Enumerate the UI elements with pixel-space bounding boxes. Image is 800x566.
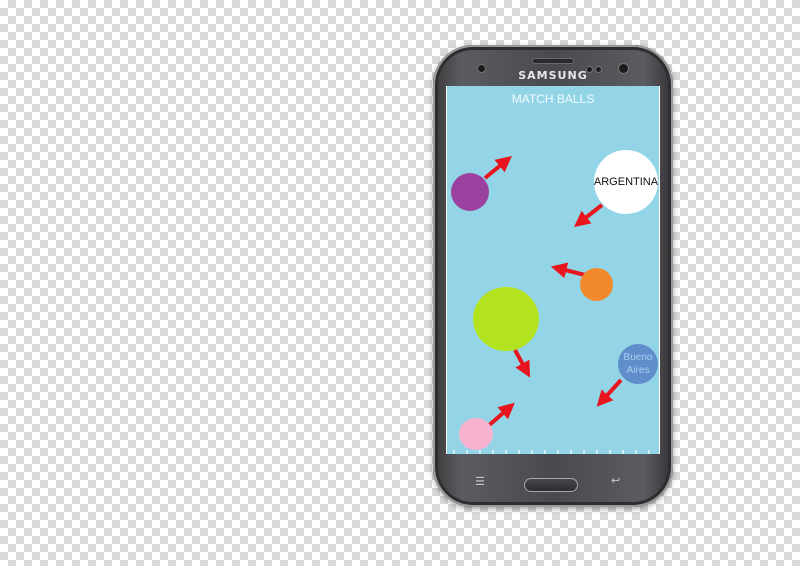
speaker-grille [533, 59, 573, 63]
ball-buenos-aires-label: Bueno Aires [623, 352, 653, 376]
ball-buenos-aires[interactable]: Bueno Aires [618, 344, 658, 384]
game-screen[interactable]: MATCH BALLS ARGENTINA Bueno Aires [446, 86, 660, 454]
arrow-purple [483, 155, 512, 180]
home-button[interactable] [524, 478, 578, 492]
brand-logo: SAMSUNG [518, 69, 588, 82]
ball-argentina-label: ARGENTINA [593, 176, 659, 188]
ball-purple[interactable] [451, 173, 489, 211]
arrow-lime [513, 349, 531, 378]
menu-icon[interactable]: ☰ [475, 475, 485, 488]
arrows-layer [483, 155, 623, 429]
ball-orange[interactable] [580, 268, 613, 301]
back-icon[interactable]: ↩ [611, 474, 620, 487]
screen-bottom-edge [447, 450, 659, 454]
arrow-argentina [573, 203, 604, 227]
ball-lime[interactable] [473, 287, 539, 351]
arrow-pink [485, 402, 515, 429]
arrow-buenos-aires [596, 378, 623, 407]
arrow-orange [550, 262, 586, 279]
ball-pink[interactable] [459, 418, 493, 450]
ball-argentina[interactable]: ARGENTINA [594, 150, 658, 214]
